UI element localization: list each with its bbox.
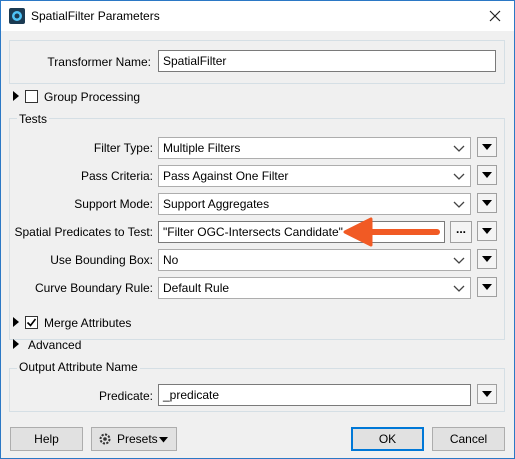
presets-label: Presets: [117, 432, 158, 446]
chevron-down-icon: [453, 257, 465, 264]
use-bounding-box-select[interactable]: No: [158, 249, 471, 271]
close-icon: [489, 10, 501, 22]
menu-triangle-icon: [482, 144, 492, 150]
merge-attributes-label: Merge Attributes: [44, 316, 132, 330]
spatial-predicates-menu-button[interactable]: [477, 221, 497, 241]
support-mode-value: Support Aggregates: [163, 197, 270, 211]
menu-triangle-icon: [482, 228, 492, 234]
support-mode-label: Support Mode:: [74, 197, 153, 211]
group-processing-label: Group Processing: [44, 90, 141, 104]
pass-criteria-value: Pass Against One Filter: [163, 169, 289, 183]
dialog-body: Transformer Name: SpatialFilter Group Pr…: [1, 31, 514, 458]
pass-criteria-label: Pass Criteria:: [80, 169, 153, 183]
help-button[interactable]: Help: [10, 427, 83, 451]
output-group-title: Output Attribute Name: [17, 360, 140, 374]
merge-attributes-checkbox[interactable]: [25, 316, 38, 329]
group-processing-checkbox[interactable]: [25, 90, 38, 103]
advanced-label[interactable]: Advanced: [28, 338, 81, 352]
spatial-predicates-label: Spatial Predicates to Test:: [14, 225, 153, 239]
window-title: SpatialFilter Parameters: [31, 9, 160, 23]
predicate-menu-button[interactable]: [477, 384, 497, 404]
tests-group-title: Tests: [17, 112, 50, 126]
expand-triangle-icon[interactable]: [11, 317, 21, 327]
cancel-button[interactable]: Cancel: [432, 427, 505, 451]
filter-type-value: Multiple Filters: [163, 141, 241, 155]
chevron-down-icon: [453, 285, 465, 292]
spatial-predicates-ellipsis-button[interactable]: ...: [450, 221, 472, 243]
expand-triangle-icon[interactable]: [11, 339, 21, 349]
title-bar[interactable]: SpatialFilter Parameters: [1, 1, 514, 31]
close-button[interactable]: [484, 5, 506, 27]
use-bounding-box-menu-button[interactable]: [477, 249, 497, 269]
chevron-down-icon: [159, 437, 168, 443]
gear-icon: [99, 433, 111, 445]
curve-boundary-rule-value: Default Rule: [163, 281, 230, 295]
filter-type-label: Filter Type:: [93, 141, 153, 155]
support-mode-select[interactable]: Support Aggregates: [158, 193, 471, 215]
menu-triangle-icon: [482, 256, 492, 262]
curve-boundary-rule-label: Curve Boundary Rule:: [34, 281, 153, 295]
menu-triangle-icon: [482, 284, 492, 290]
ok-button[interactable]: OK: [351, 427, 424, 451]
menu-triangle-icon: [482, 391, 492, 397]
filter-type-menu-button[interactable]: [477, 137, 497, 157]
presets-button[interactable]: Presets: [91, 427, 177, 451]
chevron-down-icon: [453, 201, 465, 208]
annotation-arrow-icon: [343, 217, 440, 247]
transformer-name-input[interactable]: SpatialFilter: [158, 50, 496, 72]
dialog-window: SpatialFilter Parameters Transformer Nam…: [0, 0, 515, 459]
menu-triangle-icon: [482, 200, 492, 206]
pass-criteria-select[interactable]: Pass Against One Filter: [158, 165, 471, 187]
fme-app-icon: [9, 8, 25, 24]
expand-triangle-icon[interactable]: [11, 91, 21, 101]
predicate-input[interactable]: _predicate: [158, 384, 471, 406]
filter-type-select[interactable]: Multiple Filters: [158, 137, 471, 159]
chevron-down-icon: [453, 145, 465, 152]
predicate-label: Predicate:: [98, 389, 153, 403]
use-bounding-box-label: Use Bounding Box:: [50, 253, 153, 267]
support-mode-menu-button[interactable]: [477, 193, 497, 213]
curve-boundary-rule-select[interactable]: Default Rule: [158, 277, 471, 299]
pass-criteria-menu-button[interactable]: [477, 165, 497, 185]
curve-boundary-rule-menu-button[interactable]: [477, 277, 497, 297]
menu-triangle-icon: [482, 172, 492, 178]
use-bounding-box-value: No: [163, 253, 179, 267]
transformer-name-label: Transformer Name:: [47, 55, 151, 69]
checkmark-icon: [26, 318, 37, 327]
chevron-down-icon: [453, 173, 465, 180]
